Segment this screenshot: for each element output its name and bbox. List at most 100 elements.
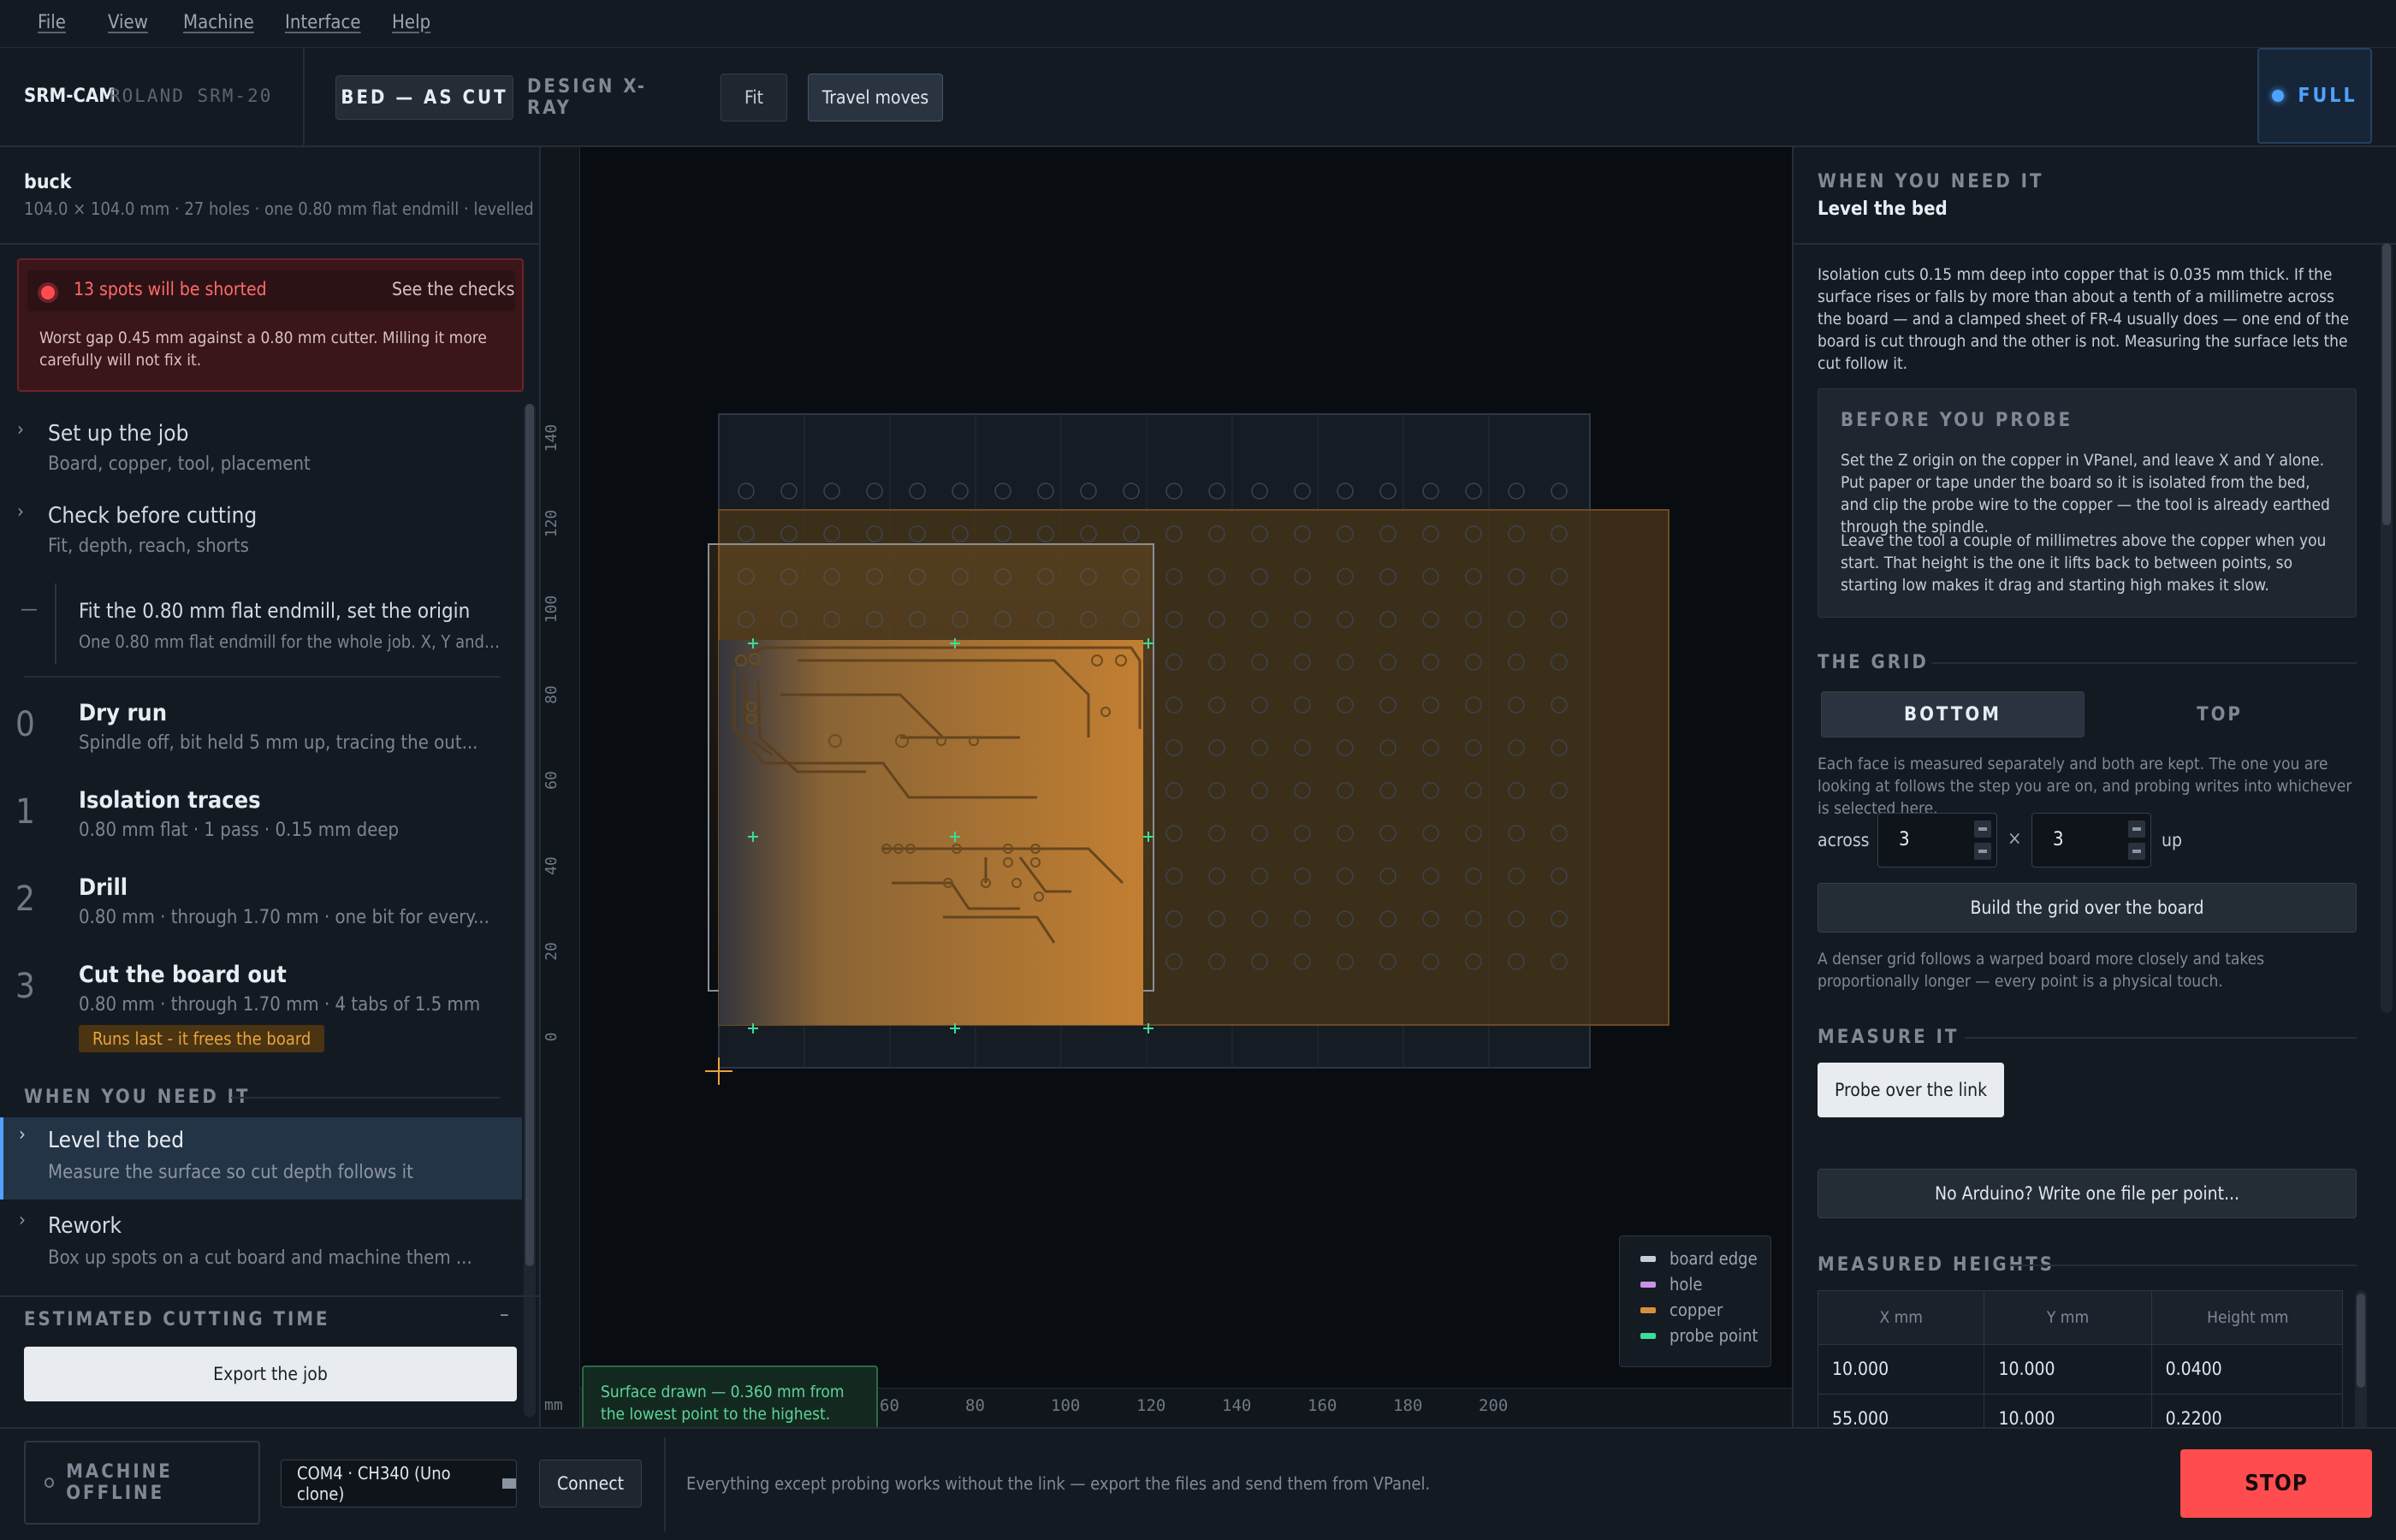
tool-change-step[interactable]: — Fit the 0.80 mm flat endmill, set the …: [0, 583, 513, 669]
job-summary: 104.0 × 104.0 mm · 27 holes · one 0.80 m…: [24, 198, 534, 219]
table-scrollbar[interactable]: [2355, 1290, 2367, 1427]
surface-toast: Surface drawn — 0.360 mm from the lowest…: [582, 1365, 878, 1427]
scrollbar-thumb[interactable]: [525, 404, 534, 1266]
when-item-title: Rework: [48, 1213, 122, 1239]
right-scrollbar[interactable]: [2381, 243, 2393, 1013]
status-bar: MACHINE OFFLINE COM4 · CH340 (Uno clone)…: [0, 1427, 2396, 1540]
heights-table: X mm Y mm Height mm 10.000 10.000 0.0400…: [1818, 1290, 2343, 1427]
menu-file[interactable]: File: [38, 12, 66, 33]
right-panel: WHEN YOU NEED IT Level the bed Isolation…: [1792, 147, 2396, 1427]
op-number: 3: [15, 967, 35, 1006]
cell-x: 55.000: [1818, 1394, 1985, 1427]
panel-eyebrow: WHEN YOU NEED IT: [1818, 171, 2044, 192]
measure-heading: MEASURE IT: [1818, 1027, 1960, 1048]
tab-design-xray[interactable]: DESIGN X-RAY: [527, 75, 678, 120]
up-stepper[interactable]: 3: [2031, 813, 2151, 868]
decrement-icon[interactable]: [2128, 843, 2145, 860]
build-grid-button[interactable]: Build the grid over the board: [1818, 883, 2357, 933]
legend-item: copper: [1640, 1300, 1723, 1320]
when-item-level-bed[interactable]: › Level the bed Measure the surface so c…: [0, 1117, 522, 1199]
op-title: Isolation traces: [79, 787, 261, 814]
face-top-tab[interactable]: TOP: [2085, 691, 2355, 737]
cell-y: 10.000: [1984, 1394, 2152, 1427]
board-edge-swatch: [1640, 1255, 1656, 1262]
tab-bed-as-cut[interactable]: BED — AS CUT: [335, 75, 513, 120]
legend-item: board edge: [1640, 1248, 1758, 1269]
travel-moves-toggle[interactable]: Travel moves: [808, 74, 943, 121]
across-stepper[interactable]: 3: [1877, 813, 1997, 868]
op-number: 0: [15, 705, 35, 744]
menu-machine[interactable]: Machine: [183, 12, 254, 33]
divider: [0, 1295, 539, 1297]
cell-y: 10.000: [1984, 1344, 2152, 1394]
bed-view: [705, 413, 1669, 1085]
left-scrollbar[interactable]: [524, 404, 536, 1417]
across-value[interactable]: 3: [1899, 829, 1910, 850]
divider: [1965, 1037, 2357, 1039]
divider: [1932, 662, 2357, 664]
op-subtitle: 0.80 mm · through 1.70 mm · 4 tabs of 1.…: [79, 994, 481, 1016]
copper-surface: [719, 640, 1143, 1025]
cell-height: 0.0400: [2165, 1359, 2222, 1379]
op-dry-run[interactable]: 0 Dry run Spindle off, bit held 5 mm up,…: [0, 695, 513, 772]
write-file-per-point-button[interactable]: No Arduino? Write one file per point...: [1818, 1169, 2357, 1218]
job-name: buck: [24, 171, 72, 193]
op-cut-board-out[interactable]: 3 Cut the board out 0.80 mm · through 1.…: [0, 957, 513, 1068]
status-dot-icon: [2272, 90, 2285, 102]
increment-icon[interactable]: [2128, 820, 2145, 838]
legend: board edge hole copper probe point: [1619, 1235, 1771, 1367]
face-bottom-tab[interactable]: BOTTOM: [1821, 691, 2085, 737]
alert-dot-icon: [41, 286, 55, 299]
step-check-before-cutting[interactable]: › Check before cutting Fit, depth, reach…: [0, 501, 513, 577]
port-select[interactable]: COM4 · CH340 (Uno clone): [281, 1460, 517, 1507]
step-subtitle: Board, copper, tool, placement: [48, 453, 311, 475]
alert-body: Worst gap 0.45 mm against a 0.80 mm cutt…: [39, 329, 487, 370]
cell-height: 0.2200: [2165, 1408, 2222, 1427]
panel-title: Level the bed: [1818, 198, 1948, 220]
column-header: Y mm: [1984, 1291, 2152, 1344]
op-title: Dry run: [79, 700, 168, 726]
legend-item: probe point: [1640, 1325, 1758, 1346]
divider: [664, 1437, 666, 1531]
collapse-icon[interactable]: –: [500, 1302, 509, 1326]
full-mode-toggle[interactable]: FULL: [2257, 48, 2372, 144]
chevron-right-icon: ›: [19, 1210, 26, 1231]
bed-canvas[interactable]: 140120100806040200 406080100120140160180…: [541, 147, 1792, 1427]
fit-button[interactable]: Fit: [721, 74, 787, 121]
before-paragraph: Set the Z origin on the copper in VPanel…: [1841, 451, 2330, 536]
menu-view[interactable]: View: [108, 12, 148, 33]
legend-item: hole: [1640, 1274, 1703, 1294]
chevron-right-icon: ›: [17, 419, 24, 441]
app-name: SRM-CAM: [24, 86, 116, 107]
hole-swatch: [1640, 1281, 1656, 1288]
dash-icon: —: [21, 599, 38, 620]
chevron-right-icon: ›: [17, 501, 24, 523]
step-set-up-job[interactable]: › Set up the job Board, copper, tool, pl…: [0, 419, 513, 495]
op-title: Cut the board out: [79, 962, 287, 988]
when-item-rework[interactable]: › Rework Box up spots on a cut board and…: [0, 1203, 522, 1285]
intro-text: Isolation cuts 0.15 mm deep into copper …: [1818, 265, 2350, 373]
increment-icon[interactable]: [1974, 820, 1991, 838]
cell-x: 10.000: [1818, 1344, 1985, 1394]
left-panel: buck 104.0 × 104.0 mm · 27 holes · one 0…: [0, 147, 541, 1427]
decrement-icon[interactable]: [1974, 843, 1991, 860]
menu-interface[interactable]: Interface: [285, 12, 361, 33]
scrollbar-thumb[interactable]: [2357, 1294, 2365, 1388]
stop-button[interactable]: STOP: [2180, 1449, 2372, 1518]
up-value[interactable]: 3: [2053, 829, 2064, 850]
op-drill[interactable]: 2 Drill 0.80 mm · through 1.70 mm · one …: [0, 869, 513, 946]
divider: [303, 48, 305, 147]
when-you-need-it-heading: WHEN YOU NEED IT: [24, 1087, 251, 1108]
tool-change-subtitle: One 0.80 mm flat endmill for the whole j…: [79, 631, 503, 652]
see-the-checks-link[interactable]: See the checks: [392, 279, 514, 299]
op-isolation-traces[interactable]: 1 Isolation traces 0.80 mm flat · 1 pass…: [0, 782, 513, 859]
export-job-button[interactable]: Export the job: [24, 1347, 517, 1401]
divider: [1794, 243, 2396, 245]
scrollbar-thumb[interactable]: [2382, 243, 2391, 525]
column-header: X mm: [1818, 1291, 1985, 1344]
menu-help[interactable]: Help: [392, 12, 430, 33]
probe-over-link-button[interactable]: Probe over the link: [1818, 1063, 2004, 1117]
before-heading: BEFORE YOU PROBE: [1841, 410, 2073, 431]
offline-dot-icon: [44, 1478, 55, 1488]
connect-button[interactable]: Connect: [539, 1460, 642, 1507]
